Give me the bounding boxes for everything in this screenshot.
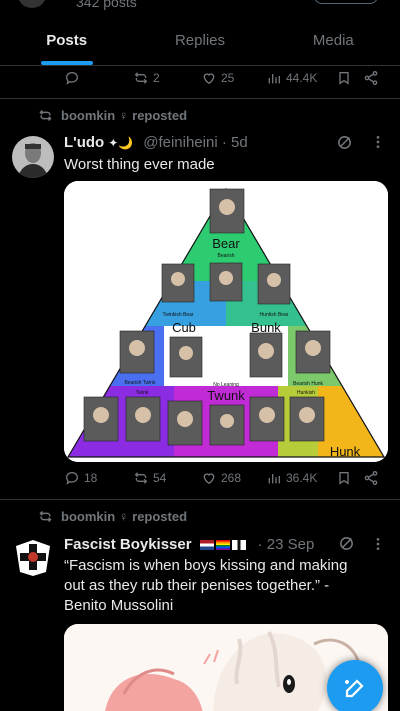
repost-button[interactable]: 2: [133, 70, 160, 86]
share-button[interactable]: [363, 70, 379, 86]
reply-icon: [65, 471, 79, 485]
reply-button[interactable]: 18: [64, 470, 97, 486]
like-icon: [203, 473, 215, 485]
repost-icon: [39, 109, 52, 122]
repost-count: 54: [153, 471, 167, 485]
views-count: 36.4K: [286, 471, 318, 485]
author-badges: ✦🌙: [108, 135, 134, 150]
alignment-chart-image: Bear Bearish Twinkish Bear Huntish Bear …: [64, 181, 388, 462]
post-text: Worst thing ever made: [64, 156, 215, 173]
sublabel-twinkish-bear: Twinkish Bear: [162, 312, 193, 318]
flag-emojis: [199, 539, 246, 550]
tab-media[interactable]: Media: [267, 22, 400, 65]
more-icon[interactable]: [370, 536, 386, 557]
post-actions: 18 54 268 36.4K: [0, 470, 400, 490]
repost-button[interactable]: 54: [133, 470, 166, 486]
label-bunk: Bunk: [251, 320, 281, 335]
post-count: 342 posts: [76, 0, 137, 10]
avatar[interactable]: [12, 136, 54, 178]
repost-icon: [39, 510, 52, 523]
grok-icon[interactable]: [338, 535, 355, 557]
divider: [0, 499, 400, 500]
sublabel-bearish-twink: Bearish Twink: [124, 380, 156, 386]
repost-by-label: boomkin ♀ reposted: [61, 108, 188, 123]
sublabel-bearish: Bearish: [218, 253, 235, 259]
profile-tabs: Posts Replies Media: [0, 22, 400, 66]
bookmark-button[interactable]: [336, 470, 352, 486]
sublabel-bearish-hunk: Bearish Hunk: [293, 381, 324, 387]
compose-icon: [345, 679, 364, 698]
avatar[interactable]: [12, 536, 54, 578]
repost-indicator[interactable]: boomkin ♀ reposted: [38, 108, 187, 123]
reply-icon: [65, 71, 79, 85]
bookmark-icon: [339, 72, 349, 85]
author-name[interactable]: Fascist Boykisser: [64, 536, 192, 553]
share-icon: [364, 71, 378, 85]
like-count: 268: [221, 471, 242, 485]
sublabel-hunkish: Hunkish: [297, 390, 315, 396]
views-button[interactable]: 44.4K: [266, 70, 317, 86]
grok-icon[interactable]: [336, 134, 353, 156]
views-icon: [268, 74, 280, 84]
back-avatar[interactable]: [18, 0, 46, 8]
label-twunk: Twunk: [207, 388, 245, 403]
tab-replies[interactable]: Replies: [133, 22, 266, 65]
sublabel-twink: Twink: [136, 390, 149, 396]
more-icon[interactable]: [370, 134, 386, 155]
like-icon: [203, 73, 215, 85]
repost-icon: [134, 72, 148, 84]
repost-count: 2: [153, 71, 160, 85]
share-button[interactable]: [363, 470, 379, 486]
views-button[interactable]: 36.4K: [266, 470, 317, 486]
author-name[interactable]: L'udo: [64, 134, 104, 151]
bookmark-button[interactable]: [336, 70, 352, 86]
header-button[interactable]: [314, 0, 378, 4]
post-author-row: Fascist Boykisser · 23 Sep: [64, 536, 314, 553]
like-count: 25: [221, 71, 235, 85]
compose-button[interactable]: [327, 660, 383, 711]
tab-posts[interactable]: Posts: [0, 22, 133, 65]
like-button[interactable]: 268: [201, 470, 241, 486]
post-text: “Fascism is when boys kissing and making…: [64, 557, 348, 614]
sublabel-huntish-bear: Huntish Bear: [260, 312, 289, 318]
label-bear: Bear: [212, 236, 240, 251]
views-count: 44.4K: [286, 71, 318, 85]
profile-header: 342 posts: [0, 0, 400, 14]
label-cub: Cub: [172, 320, 196, 335]
post-timestamp[interactable]: · 23 Sep: [258, 536, 315, 553]
author-handle[interactable]: @feiniheini · 5d: [143, 134, 247, 151]
reply-count: 18: [84, 471, 98, 485]
share-icon: [364, 471, 378, 485]
divider: [0, 98, 400, 99]
repost-indicator[interactable]: boomkin ♀ reposted: [38, 509, 187, 524]
like-button[interactable]: 25: [201, 70, 234, 86]
post-image[interactable]: Bear Bearish Twinkish Bear Huntish Bear …: [64, 181, 388, 462]
bookmark-icon: [339, 472, 349, 485]
label-hunk: Hunk: [330, 444, 361, 459]
prev-post-actions: 2 25 44.4K: [0, 70, 400, 90]
repost-by-label: boomkin ♀ reposted: [61, 509, 188, 524]
views-icon: [268, 474, 280, 484]
reply-button[interactable]: [64, 70, 80, 86]
repost-icon: [134, 472, 148, 484]
post-author-row: L'udo ✦🌙 @feiniheini · 5d: [64, 134, 248, 151]
